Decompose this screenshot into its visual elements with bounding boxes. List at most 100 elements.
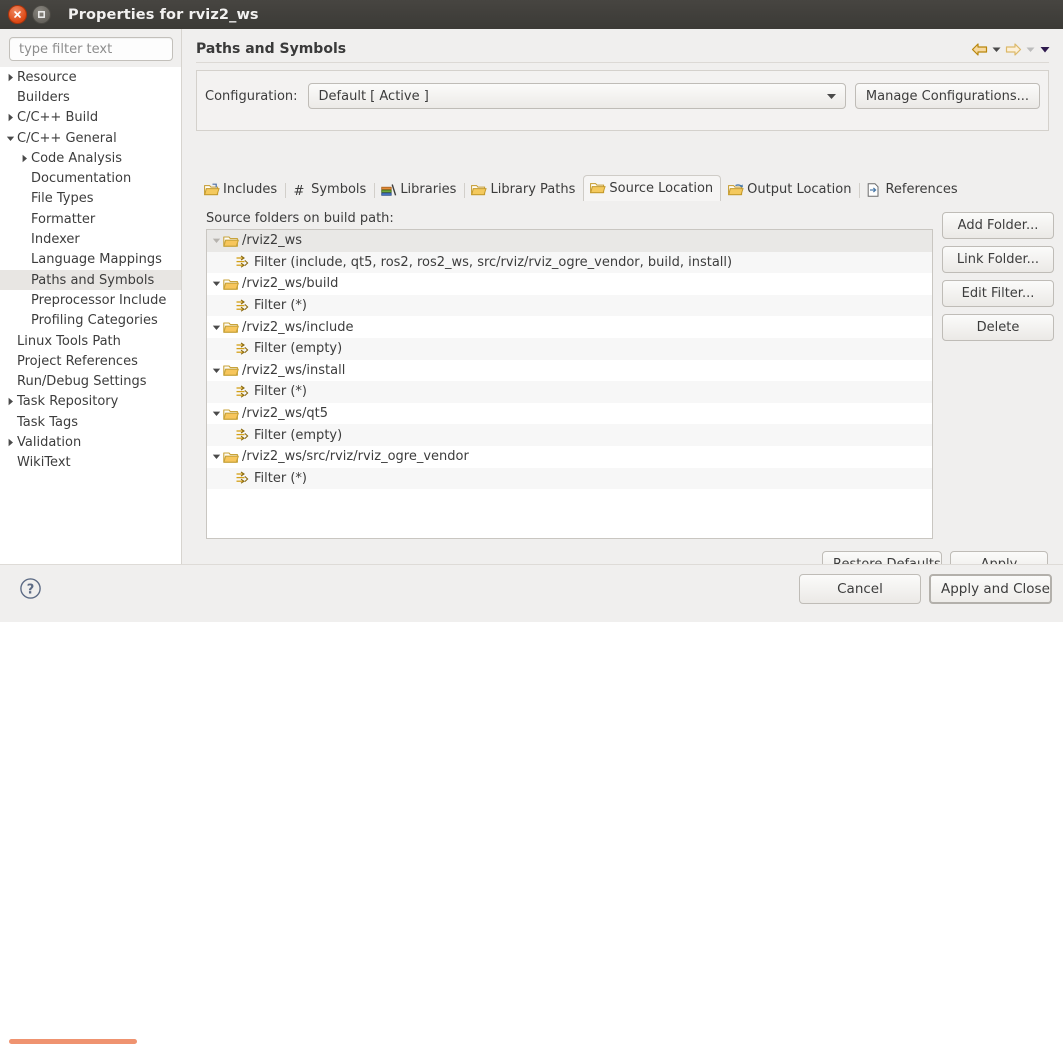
tab-symbols[interactable]: #Symbols	[285, 178, 374, 201]
view-menu-dropdown-icon[interactable]	[1039, 44, 1051, 55]
chevron-collapsed-icon[interactable]	[4, 113, 16, 122]
sidebar-item-label: File Types	[31, 191, 94, 206]
source-folder-row[interactable]: /rviz2_ws/qt5	[207, 403, 932, 425]
sidebar-item-paths-and-symbols[interactable]: Paths and Symbols	[0, 270, 181, 290]
sidebar-item-linux-tools-path[interactable]: Linux Tools Path	[0, 331, 181, 351]
forward-dropdown-icon[interactable]	[1025, 44, 1036, 55]
manage-configurations-button[interactable]: Manage Configurations...	[855, 83, 1040, 109]
source-filter-row[interactable]: Filter (*)	[207, 381, 932, 403]
source-folder-row[interactable]: /rviz2_ws/include	[207, 316, 932, 338]
forward-arrow-icon[interactable]	[1005, 43, 1022, 56]
source-filter-row[interactable]: Filter (empty)	[207, 424, 932, 446]
back-arrow-icon[interactable]	[971, 43, 988, 56]
help-icon[interactable]: ?	[19, 577, 42, 604]
chevron-expanded-icon[interactable]	[4, 134, 16, 143]
configuration-select[interactable]: Default [ Active ]	[308, 83, 846, 109]
source-folder-row[interactable]: /rviz2_ws/build	[207, 273, 932, 295]
sidebar-item-language-mappings[interactable]: Language Mappings	[0, 250, 181, 270]
source-filter-row[interactable]: Filter (include, qt5, ros2, ros2_ws, src…	[207, 252, 932, 274]
maximize-icon[interactable]	[32, 5, 51, 24]
sidebar-item-task-tags[interactable]: Task Tags	[0, 412, 181, 432]
chevron-expanded-icon[interactable]	[210, 409, 223, 418]
properties-dialog: ResourceBuilders C/C++ Build C/C++ General…	[0, 29, 1063, 621]
chevron-expanded-icon[interactable]	[210, 323, 223, 332]
sidebar-item-profiling-categories[interactable]: Profiling Categories	[0, 311, 181, 331]
source-filter-row[interactable]: Filter (empty)	[207, 338, 932, 360]
sidebar-item-code-analysis[interactable]: Code Analysis	[0, 148, 181, 168]
tab-output-location[interactable]: Output Location	[721, 178, 859, 201]
add-folder-button[interactable]: Add Folder...	[942, 212, 1054, 239]
filter-icon	[235, 255, 252, 269]
sidebar-item-label: Indexer	[31, 232, 80, 247]
sidebar-item-c-c-build[interactable]: C/C++ Build	[0, 108, 181, 128]
sidebar-item-preprocessor-include[interactable]: Preprocessor Include	[0, 290, 181, 310]
edit-filter-button[interactable]: Edit Filter...	[942, 280, 1054, 307]
apply-and-close-button[interactable]: Apply and Close	[929, 574, 1052, 604]
back-dropdown-icon[interactable]	[991, 44, 1002, 55]
sidebar-item-project-references[interactable]: Project References	[0, 351, 181, 371]
tab-label: Source Location	[609, 181, 713, 196]
source-folder-row[interactable]: /rviz2_ws/src/rviz/rviz_ogre_vendor	[207, 446, 932, 468]
includes-icon	[204, 182, 220, 197]
sidebar-hscrollbar-track[interactable]	[0, 534, 181, 539]
delete-button[interactable]: Delete	[942, 314, 1054, 341]
source-folder-path: /rviz2_ws/src/rviz/rviz_ogre_vendor	[242, 449, 469, 464]
tab-references[interactable]: References	[859, 178, 965, 201]
window-titlebar: Properties for rviz2_ws	[0, 0, 1063, 29]
page-title: Paths and Symbols	[196, 41, 346, 57]
sidebar-hscrollbar-thumb[interactable]	[9, 1039, 137, 1044]
sidebar-item-indexer[interactable]: Indexer	[0, 229, 181, 249]
source-filter-row[interactable]: Filter (*)	[207, 295, 932, 317]
sidebar-item-task-repository[interactable]: Task Repository	[0, 392, 181, 412]
tab-source-location[interactable]: Source Location	[583, 175, 721, 201]
chevron-collapsed-icon[interactable]	[4, 73, 16, 82]
sidebar-item-file-types[interactable]: File Types	[0, 189, 181, 209]
settings-nav-panel: ResourceBuilders C/C++ Build C/C++ General…	[0, 29, 182, 564]
tab-includes[interactable]: Includes	[197, 178, 285, 201]
sidebar-item-run-debug-settings[interactable]: Run/Debug Settings	[0, 371, 181, 391]
property-tabs: Includes#Symbols Libraries Library Paths So…	[197, 175, 1049, 201]
source-folder-path: /rviz2_ws/include	[242, 320, 354, 335]
library-paths-icon	[471, 182, 487, 197]
sidebar-item-label: Preprocessor Include	[31, 293, 166, 308]
tab-label: Output Location	[747, 182, 851, 197]
source-folder-row[interactable]: /rviz2_ws	[207, 230, 932, 252]
tab-libraries[interactable]: Libraries	[374, 178, 464, 201]
sidebar-item-label: Run/Debug Settings	[17, 374, 147, 389]
chevron-expanded-icon[interactable]	[210, 279, 223, 288]
chevron-expanded-icon[interactable]	[210, 236, 223, 245]
sidebar-item-builders[interactable]: Builders	[0, 87, 181, 107]
chevron-expanded-icon[interactable]	[210, 366, 223, 375]
source-folder-row[interactable]: /rviz2_ws/install	[207, 360, 932, 382]
sidebar-item-documentation[interactable]: Documentation	[0, 168, 181, 188]
cancel-button[interactable]: Cancel	[799, 574, 921, 604]
chevron-expanded-icon[interactable]	[210, 452, 223, 461]
sidebar-item-label: Project References	[17, 354, 138, 369]
sidebar-item-c-c-general[interactable]: C/C++ General	[0, 128, 181, 148]
tab-library-paths[interactable]: Library Paths	[464, 178, 583, 201]
sidebar-item-label: Paths and Symbols	[31, 273, 154, 288]
folder-icon	[223, 363, 240, 377]
sidebar-item-formatter[interactable]: Formatter	[0, 209, 181, 229]
sidebar-item-label: C/C++ Build	[17, 110, 98, 125]
link-folder-button[interactable]: Link Folder...	[942, 246, 1054, 273]
sidebar-item-label: C/C++ General	[17, 131, 117, 146]
source-filter-text: Filter (empty)	[254, 341, 342, 356]
settings-tree[interactable]: ResourceBuilders C/C++ Build C/C++ General…	[0, 67, 182, 537]
source-folder-path: /rviz2_ws/build	[242, 276, 338, 291]
sidebar-item-resource[interactable]: Resource	[0, 67, 181, 87]
source-filter-text: Filter (empty)	[254, 428, 342, 443]
svg-text:#: #	[294, 184, 305, 197]
chevron-collapsed-icon[interactable]	[18, 154, 30, 163]
close-icon[interactable]	[8, 5, 27, 24]
tab-label: Libraries	[400, 182, 456, 197]
search-input[interactable]	[19, 42, 189, 57]
source-folders-list[interactable]: /rviz2_wsFilter (include, qt5, ros2, ros…	[206, 229, 933, 539]
source-filter-row[interactable]: Filter (*)	[207, 468, 932, 490]
sidebar-item-validation[interactable]: Validation	[0, 432, 181, 452]
chevron-collapsed-icon[interactable]	[4, 397, 16, 406]
chevron-collapsed-icon[interactable]	[4, 438, 16, 447]
source-folder-path: /rviz2_ws/install	[242, 363, 345, 378]
sidebar-item-wikitext[interactable]: WikiText	[0, 453, 181, 473]
filter-box[interactable]	[9, 37, 173, 61]
